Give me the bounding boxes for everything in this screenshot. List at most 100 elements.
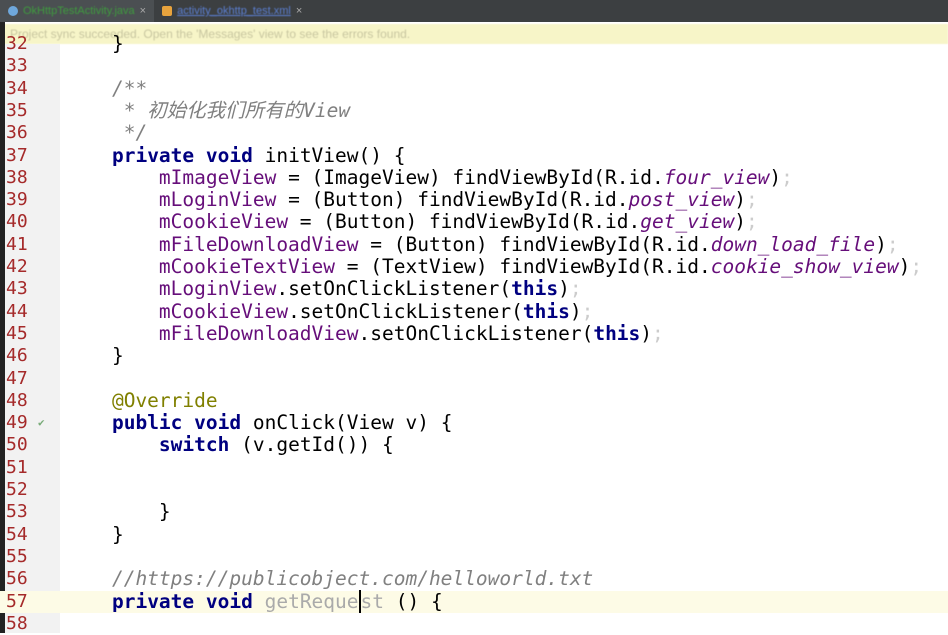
code-line[interactable]: 38 mImageView = (ImageView) findViewById… (0, 165, 948, 189)
code-token: mCookieView (158, 299, 289, 323)
code-token: mCookieTextView (158, 255, 336, 278)
tab-java-file[interactable]: OkHttpTestActivity.java × (0, 0, 155, 22)
code-text: public void onClick(View v) { (65, 411, 452, 435)
java-class-icon (8, 6, 18, 16)
code-text: mImageView = (ImageView) findViewById(R.… (65, 165, 793, 189)
code-token: ) (569, 299, 582, 323)
code-token: } (65, 344, 124, 368)
code-line[interactable]: 56 //https://publicobject.com/helloworld… (0, 568, 948, 590)
code-line[interactable]: 42 mCookieTextView = (TextView) findView… (0, 255, 948, 278)
code-token: ; (886, 232, 899, 256)
code-line[interactable]: 45 mFileDownloadView.setOnClickListener(… (0, 321, 948, 345)
code-line[interactable]: 57 private void getReque st () { (0, 589, 948, 613)
override-marker-icon[interactable]: ✔ (38, 412, 45, 434)
code-line[interactable]: 34 /** (0, 77, 948, 100)
code-token: get_view (640, 210, 735, 234)
code-token: ; (745, 210, 758, 234)
code-text: private void initView() { (65, 143, 406, 167)
close-icon[interactable]: × (140, 5, 146, 17)
code-line[interactable]: 53 } (0, 501, 948, 523)
code-text: mFileDownloadView = (Button) findViewByI… (65, 232, 899, 256)
code-line[interactable]: 37 private void initView() { (0, 143, 948, 167)
code-line[interactable]: 40 mCookieView = (Button) findViewById(R… (0, 211, 948, 233)
code-token: .setOnClickListener( (358, 321, 594, 345)
line-number: 55 (6, 545, 28, 567)
code-text: mCookieView.setOnClickListener(this); (65, 299, 594, 323)
code-token: ) (640, 321, 653, 345)
code-token: this (522, 299, 570, 323)
code-text: //https://publicobject.com/helloworld.tx… (65, 568, 593, 590)
code-line[interactable]: 33 (0, 55, 948, 77)
code-line[interactable]: 47 (0, 368, 948, 390)
code-text: * 初始化我们所有的View (65, 99, 350, 122)
code-token: .setOnClickListener( (288, 299, 523, 323)
code-text: } (65, 523, 124, 546)
code-line[interactable]: 52 (0, 479, 948, 501)
code-line[interactable]: 54 } (0, 523, 948, 546)
code-token: ; (910, 255, 923, 278)
code-text: mFileDownloadView.setOnClickListener(thi… (65, 321, 664, 345)
code-line[interactable]: 51 (0, 457, 948, 479)
code-token: mFileDownloadView (158, 321, 359, 345)
code-token: (v.getId()) { (229, 433, 394, 457)
code-token: mCookieView (158, 210, 289, 234)
code-token: st (358, 589, 384, 613)
code-token: ) (734, 210, 746, 234)
code-line[interactable]: 32 } (0, 32, 948, 55)
code-line[interactable]: 36 */ (0, 122, 948, 144)
line-number: 41 (6, 233, 28, 255)
code-line[interactable]: 49 ✔ public void onClick(View v) { (0, 411, 948, 435)
code-token: () { (384, 589, 443, 613)
code-token: } (65, 32, 124, 55)
code-token: ; (781, 165, 793, 189)
code-token: } (65, 500, 171, 524)
code-line[interactable]: 44 mCookieView.setOnClickListener(this); (0, 299, 948, 323)
code-token: */ (65, 121, 148, 145)
code-token: public void (111, 411, 253, 435)
code-token: = (Button) findViewById(R.id. (276, 188, 629, 212)
code-token: //https://publicobject.com/helloworld.tx… (65, 567, 594, 591)
line-number: 56 (6, 568, 28, 590)
code-line[interactable]: 41 mFileDownloadView = (Button) findView… (0, 232, 948, 256)
line-number: 39 (6, 189, 28, 211)
code-line[interactable]: 39 mLoginView = (Button) findViewById(R.… (0, 188, 948, 212)
line-number: 36 (6, 122, 28, 144)
line-number: 52 (6, 479, 28, 500)
code-token: private void (111, 589, 265, 613)
line-number: 58 (6, 612, 28, 634)
line-number: 35 (6, 99, 28, 121)
code-token: post_view (628, 188, 735, 212)
code-text: mLoginView.setOnClickListener(this); (65, 278, 582, 300)
code-token: mFileDownloadView (158, 232, 359, 256)
line-number: 47 (6, 367, 28, 389)
code-token: ) (769, 165, 782, 189)
code-token: mLoginView (158, 277, 277, 301)
line-number: 33 (6, 55, 28, 77)
code-token: cookie_show_view (710, 255, 899, 278)
tab-label: activity_okhttp_test.xml (177, 5, 291, 17)
code-token: mLoginView (158, 188, 277, 212)
code-line[interactable]: 55 (0, 546, 948, 568)
code-token: .setOnClickListener( (276, 277, 512, 301)
code-token: = (Button) findViewById(R.id. (288, 210, 641, 234)
code-line[interactable]: 50 switch (v.getId()) { (0, 434, 948, 456)
code-line[interactable]: 46 } (0, 345, 948, 367)
code-line[interactable]: 35 * 初始化我们所有的View (0, 99, 948, 122)
line-number: 45 (6, 322, 28, 344)
tab-xml-file[interactable]: activity_okhttp_test.xml × (154, 0, 310, 22)
line-number: 43 (6, 278, 28, 300)
code-line[interactable]: 43 mLoginView.setOnClickListener(this); (0, 278, 948, 300)
line-number: 34 (6, 77, 28, 99)
code-line[interactable]: 58 (0, 613, 948, 635)
editor-tab-bar: OkHttpTestActivity.java × activity_okhtt… (0, 0, 948, 22)
code-text: mCookieTextView = (TextView) findViewByI… (65, 255, 923, 278)
code-token: ; (581, 299, 594, 323)
close-icon[interactable]: × (296, 5, 302, 17)
code-token: ) (898, 255, 911, 278)
code-token: private void (111, 143, 265, 167)
code-line[interactable]: 48 @Override (0, 389, 948, 412)
